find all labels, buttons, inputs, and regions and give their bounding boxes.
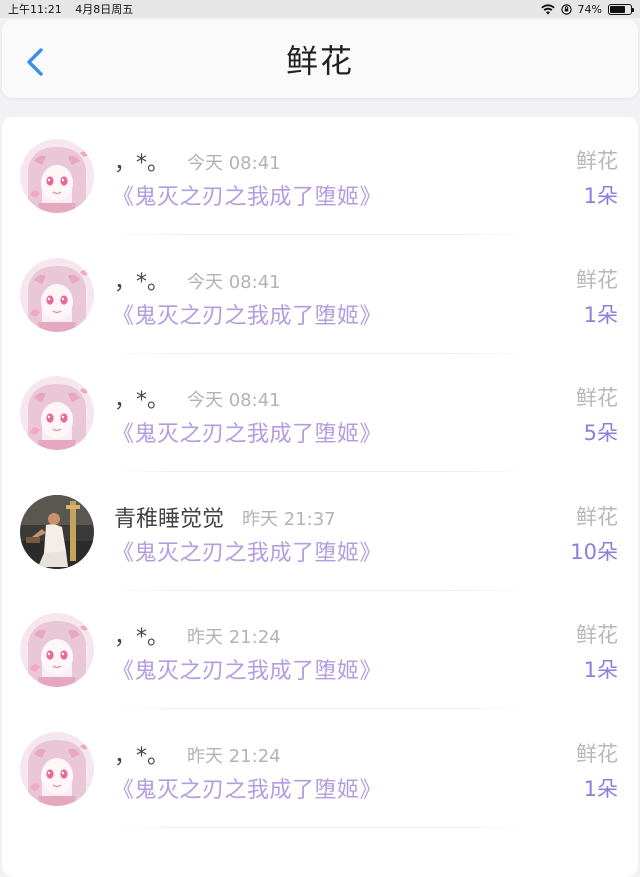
page-title: 鲜花 bbox=[285, 42, 354, 80]
list-item[interactable]: ，*。 昨天 21:24 《鬼灭之刃之我成了堕姬》 鲜花 1朵 bbox=[2, 591, 638, 709]
gift-count: 1朵 bbox=[583, 184, 618, 208]
gift-count: 5朵 bbox=[583, 421, 618, 445]
book-title[interactable]: 《鬼灭之刃之我成了堕姬》 bbox=[112, 772, 382, 804]
wifi-icon bbox=[540, 3, 555, 14]
status-date: 4月8日周五 bbox=[75, 3, 134, 16]
book-title[interactable]: 《鬼灭之刃之我成了堕姬》 bbox=[112, 653, 382, 685]
gift-type: 鲜花 bbox=[576, 504, 618, 529]
gift-type: 鲜花 bbox=[576, 386, 618, 410]
back-button[interactable] bbox=[22, 46, 50, 78]
avatar[interactable] bbox=[20, 257, 94, 332]
battery-level bbox=[610, 5, 625, 13]
list-item[interactable]: 青稚睡觉觉 昨天 21:37 《鬼灭之刃之我成了堕姬》 鲜花 10朵 bbox=[2, 473, 638, 591]
gift-count: 1朵 bbox=[583, 302, 618, 327]
battery-percent: 74% bbox=[577, 2, 602, 16]
gift-type: 鲜花 bbox=[576, 267, 618, 292]
user-name: ，*。 bbox=[114, 269, 170, 295]
row-divider bbox=[112, 826, 532, 828]
status-time: 上午11:21 bbox=[8, 3, 62, 16]
chevron-left-icon bbox=[27, 48, 43, 76]
avatar[interactable] bbox=[20, 494, 94, 569]
book-title[interactable]: 《鬼灭之刃之我成了堕姬》 bbox=[112, 535, 382, 567]
list-item[interactable]: ，*。 今天 08:41 《鬼灭之刃之我成了堕姬》 鲜花 1朵 bbox=[2, 236, 638, 354]
avatar[interactable] bbox=[20, 139, 94, 213]
list-item[interactable]: ，*。 昨天 21:24 《鬼灭之刃之我成了堕姬》 鲜花 1朵 bbox=[2, 710, 638, 828]
timestamp: 昨天 21:24 bbox=[187, 627, 281, 648]
status-right: 74% bbox=[540, 2, 634, 16]
list-item[interactable]: ，*。 今天 08:41 《鬼灭之刃之我成了堕姬》 鲜花 5朵 bbox=[2, 354, 638, 472]
avatar[interactable] bbox=[20, 376, 94, 450]
gift-count: 1朵 bbox=[583, 776, 618, 801]
user-name: ，*。 bbox=[114, 151, 170, 176]
user-name: 青稚睡觉觉 bbox=[114, 506, 225, 532]
nav-header: 鲜花 bbox=[2, 20, 638, 98]
user-name: ，*。 bbox=[114, 743, 170, 769]
timestamp: 昨天 21:24 bbox=[187, 745, 281, 767]
gift-type: 鲜花 bbox=[576, 623, 618, 647]
timestamp: 今天 08:41 bbox=[187, 390, 281, 411]
timestamp: 昨天 21:37 bbox=[242, 508, 336, 530]
gift-type: 鲜花 bbox=[576, 149, 618, 173]
gift-count: 1朵 bbox=[583, 658, 618, 682]
battery-icon bbox=[608, 3, 634, 15]
timestamp: 今天 08:41 bbox=[187, 153, 281, 174]
user-name: ，*。 bbox=[114, 388, 170, 413]
user-name: ，*。 bbox=[114, 625, 170, 650]
avatar[interactable] bbox=[20, 731, 94, 806]
status-bar: 上午11:21 4月8日周五 74% bbox=[0, 0, 640, 18]
gift-count: 10朵 bbox=[570, 539, 618, 564]
book-title[interactable]: 《鬼灭之刃之我成了堕姬》 bbox=[112, 416, 382, 448]
gift-type: 鲜花 bbox=[576, 741, 618, 766]
status-left: 上午11:21 4月8日周五 bbox=[8, 1, 143, 17]
timestamp: 今天 08:41 bbox=[187, 271, 281, 293]
avatar[interactable] bbox=[20, 613, 94, 687]
list-item[interactable]: ，*。 今天 08:41 《鬼灭之刃之我成了堕姬》 鲜花 1朵 bbox=[2, 117, 638, 235]
gift-record-list: ，*。 今天 08:41 《鬼灭之刃之我成了堕姬》 鲜花 1朵 ，*。 今天 08:41 《… bbox=[2, 117, 638, 877]
orientation-lock-icon bbox=[560, 3, 572, 15]
book-title[interactable]: 《鬼灭之刃之我成了堕姬》 bbox=[112, 298, 382, 330]
book-title[interactable]: 《鬼灭之刃之我成了堕姬》 bbox=[112, 179, 382, 211]
